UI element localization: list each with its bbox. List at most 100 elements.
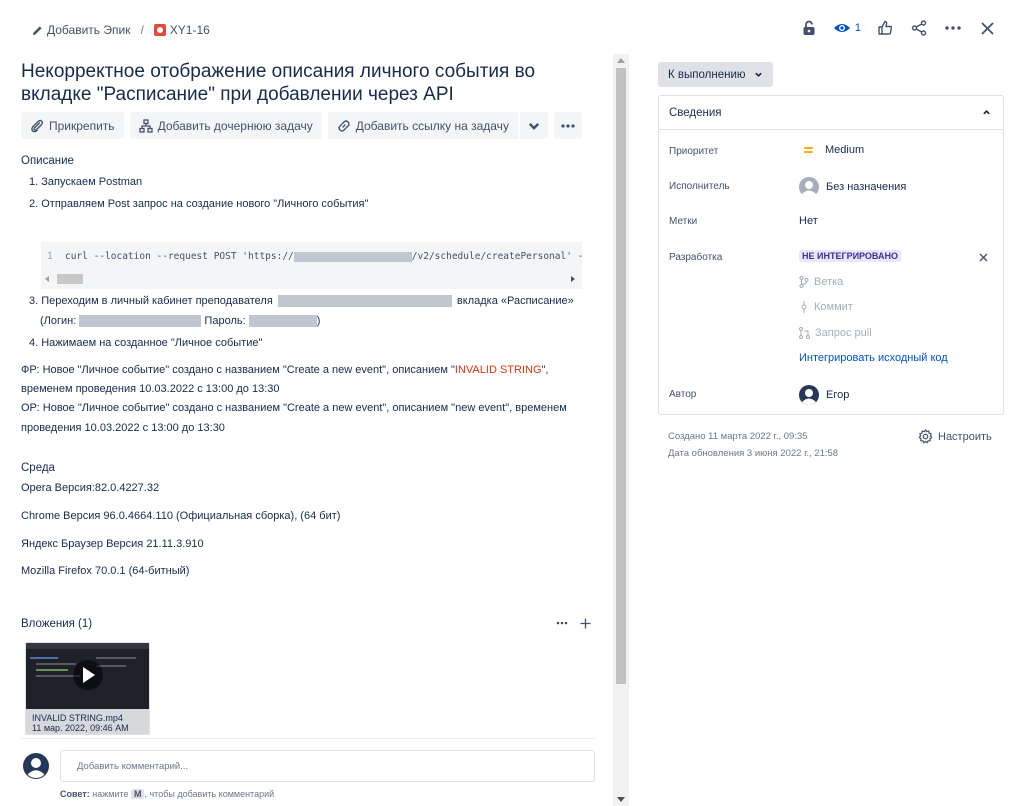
issue-title[interactable]: Некорректное отображение описания личног… [21,60,581,106]
code-block: 1 curl --location --request POST 'https:… [41,242,582,289]
attach-button[interactable]: Прикрепить [21,112,124,139]
close-icon[interactable] [979,253,988,262]
link-icon [337,119,351,133]
development-label: Разработка [669,252,723,263]
add-link-button[interactable]: Добавить ссылку на задачу [327,112,518,139]
step3-text-a: 3. Переходим в личный кабинет преподават… [29,295,273,307]
add-link-label: Добавить ссылку на задачу [355,118,509,133]
redacted-login [79,315,202,328]
unassigned-avatar-icon [799,177,819,197]
attach-label: Прикрепить [49,118,115,133]
expected-result-time: проведения 10.03.2022 с 13:00 до 13:30 [21,422,225,434]
gear-icon [918,429,933,444]
assignee-label: Исполнитель [669,181,730,192]
scrollbar-thumb[interactable] [616,68,626,684]
description-step2: 2. Отправляем Post запрос на создание но… [29,198,369,210]
actual-result: ФР: Новое "Личное событие" создано с наз… [21,361,548,381]
tip-text-b: , чтобы добавить комментарий [144,789,275,799]
description-step1: 1. Запускаем Postman [29,176,143,188]
divider [21,738,595,739]
hierarchy-icon [138,118,153,133]
environment-heading: Среда [21,462,55,474]
chevron-up-icon[interactable] [982,108,991,117]
description-step4: 4. Нажимаем на созданное "Личное событие… [29,337,263,349]
redacted-password [248,315,317,328]
details-panel: Сведения Приоритет Medium Исполнитель Бе… [658,95,1004,415]
add-link-dropdown[interactable] [518,112,548,139]
commit-icon [799,301,809,313]
dev-pull-request[interactable]: Запрос pull [799,327,872,339]
more-actions-button[interactable] [553,112,582,139]
main-scrollbar[interactable] [613,54,629,806]
env-chrome: Chrome Версия 96.0.4664.110 (Официальная… [21,510,341,522]
integrate-source-link[interactable]: Интегрировать исходный код [799,352,948,364]
configure-button[interactable]: Настроить [918,429,992,444]
tip-label: Совет: [60,789,90,799]
breadcrumb: Добавить Эпик / XY1-16 [32,22,210,38]
eye-icon [833,22,851,34]
watchers-count: 1 [854,22,861,34]
redacted-url [277,295,452,308]
attachment-file-name: INVALID STRING.mp4 [32,713,123,723]
add-epic-link[interactable]: Добавить Эпик [47,23,130,37]
author-avatar-icon [799,385,819,405]
author-field[interactable]: Егор [799,385,849,405]
paperclip-icon [30,119,44,133]
more-icon[interactable] [943,18,963,38]
thumbs-up-icon[interactable] [875,18,895,38]
env-yandex: Яндекс Браузер Версия 21.11.3.910 [21,538,204,550]
created-date: Создано 11 марта 2022 г., 09:35 [668,431,808,442]
code-text: curl --location --request POST 'https://… [65,251,582,262]
priority-medium-icon [799,146,818,154]
attachments-more-icon[interactable] [556,621,568,625]
login-label: (Логин: [40,315,77,327]
chevron-down-icon [527,119,541,133]
attachment-date: 11 мар. 2022, 09:46 AM [32,723,129,733]
play-icon[interactable] [78,665,98,685]
add-child-issue-button[interactable]: Добавить дочернюю задачу [129,112,322,139]
comment-tip: Совет: нажмите M, чтобы добавить коммент… [60,789,274,799]
author-value: Егор [826,389,850,401]
author-label: Автор [669,389,697,400]
attachments-heading: Вложения (1) [21,618,93,630]
add-attachment-icon[interactable] [580,618,591,629]
description-heading: Описание [21,155,74,167]
expected-result: ОР: Новое "Личное событие" создано с наз… [21,402,567,414]
description-step3: 3. Переходим в личный кабинет преподават… [29,292,574,312]
bug-icon [153,24,166,36]
comment-input[interactable]: Добавить комментарий... [60,750,595,782]
issue-toolbar: Прикрепить Добавить дочернюю задачу Доба… [21,112,582,139]
dev-commit[interactable]: Коммит [799,301,853,313]
labels-label: Метки [669,216,698,227]
labels-value[interactable]: Нет [799,215,818,227]
password-label: Пароль: [204,315,246,327]
dev-pull-request-label: Запрос pull [815,327,872,339]
env-firefox: Mozilla Firefox 70.0.1 (64-битный) [21,565,190,577]
code-prefix: curl --location --request POST 'https:// [65,251,294,262]
assignee-field[interactable]: Без назначения [799,177,906,197]
share-icon[interactable] [909,18,929,38]
issue-actions: 1 [799,18,997,38]
actual-result-text-a: ФР: Новое "Личное событие" создано с наз… [21,364,455,376]
not-integrated-badge: НЕ ИНТЕГРИРОВАНО [799,250,901,262]
code-suffix: /v2/schedule/createPersonal' --hea [411,251,582,262]
add-child-label: Добавить дочернюю задачу [157,118,313,133]
attachment-card[interactable]: INVALID STRING.mp4 11 мар. 2022, 09:46 A… [25,642,150,735]
tip-key: M [130,789,145,799]
status-dropdown[interactable]: К выполнению [658,62,773,87]
close-icon[interactable] [977,18,997,38]
actual-result-time: временем проведения 10.03.2022 с 13:00 д… [21,383,280,395]
pencil-icon [32,25,43,36]
lock-icon[interactable] [799,18,819,38]
dev-commit-label: Коммит [814,301,853,313]
dev-branch[interactable]: Ветка [799,276,843,288]
updated-date: Дата обновления 3 июня 2022 г., 21:58 [668,448,839,459]
code-horizontal-scrollbar[interactable] [41,272,582,286]
priority-field[interactable]: Medium [799,144,864,156]
actual-result-text-b: ", [541,364,549,376]
watch-button[interactable]: 1 [833,18,861,38]
issue-key-link[interactable]: XY1-16 [170,23,210,37]
details-header[interactable]: Сведения [659,96,1003,130]
development-status: НЕ ИНТЕГРИРОВАНО [799,250,901,262]
status-label: К выполнению [668,68,746,81]
